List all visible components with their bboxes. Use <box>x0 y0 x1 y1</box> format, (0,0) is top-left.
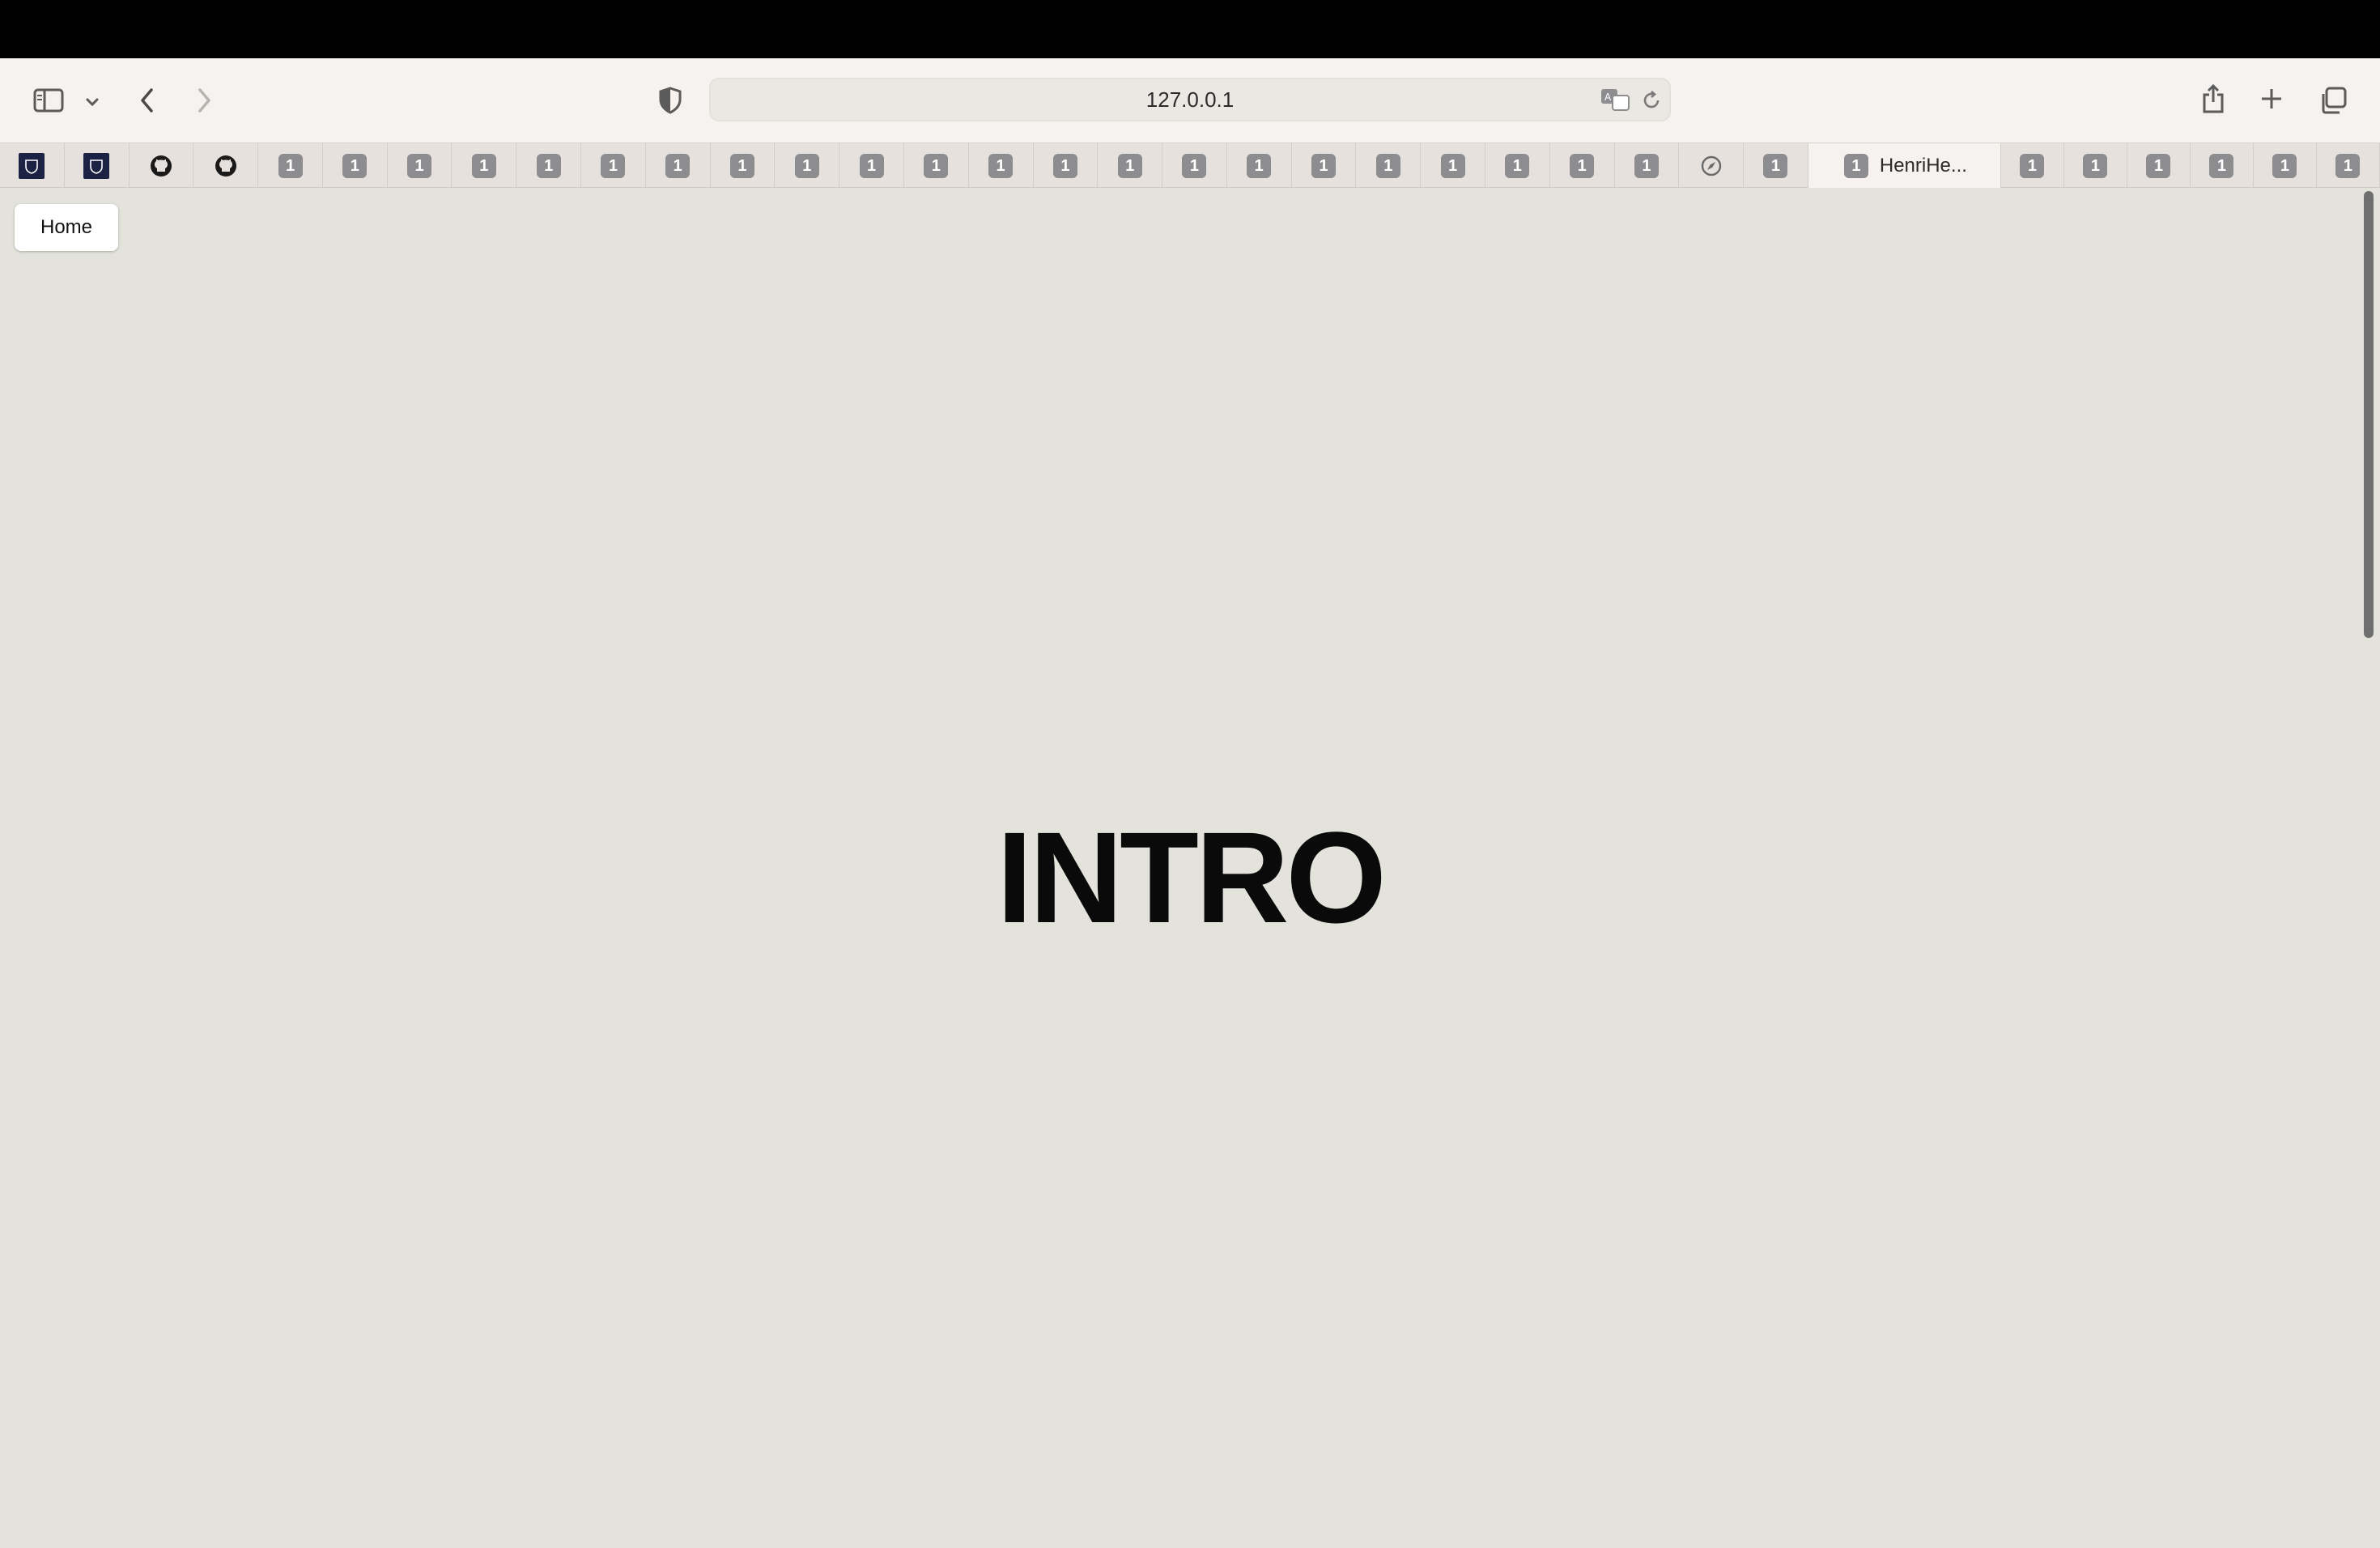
browser-tab[interactable]: 1 <box>452 143 517 189</box>
github-icon <box>150 155 172 176</box>
tab-favicon-badge: 1 <box>729 154 754 178</box>
github-icon <box>215 155 236 176</box>
svg-text:A: A <box>1604 91 1612 103</box>
tab-favicon-badge: 1 <box>342 154 368 178</box>
university-crest-icon <box>83 153 110 179</box>
tab-favicon-badge: 1 <box>665 154 691 178</box>
sidebar-icon <box>33 88 64 113</box>
university-crest-icon <box>19 153 45 179</box>
tab-favicon-badge: 1 <box>2146 154 2171 178</box>
page-content: Home INTRO <box>0 188 2380 1548</box>
browser-tab[interactable]: 1 <box>2191 143 2254 189</box>
url-text[interactable]: 127.0.0.1 <box>711 79 1669 120</box>
tab-favicon-badge: 1 <box>1440 154 1465 178</box>
tab-favicon-badge: 1 <box>1247 154 1272 178</box>
sidebar-menu-button[interactable] <box>81 91 104 113</box>
tab-favicon-badge: 1 <box>2272 154 2297 178</box>
translate-icon[interactable]: A <box>1600 87 1630 112</box>
intro-heading: INTRO <box>997 805 1387 950</box>
browser-tab[interactable]: 1 <box>1356 143 1422 189</box>
tab-favicon-badge: 1 <box>794 154 819 178</box>
tab-overview-icon <box>2322 87 2347 114</box>
browser-tab[interactable]: 1 <box>711 143 776 189</box>
browser-tab[interactable]: 1 <box>2001 143 2064 189</box>
browser-tab[interactable]: 1 <box>904 143 969 189</box>
shield-icon <box>659 87 682 114</box>
tab-favicon-badge: 1 <box>1117 154 1142 178</box>
browser-tab[interactable]: 1 <box>646 143 711 189</box>
tab-favicon-badge: 1 <box>1843 154 1868 178</box>
compass-icon <box>1701 155 1721 176</box>
browser-tab[interactable]: 1 <box>581 143 646 189</box>
chevron-left-icon <box>141 88 153 113</box>
tab-favicon-badge: 1 <box>1634 154 1659 178</box>
tab-favicon-badge: 1 <box>1182 154 1207 178</box>
browser-tab[interactable]: 1 <box>1098 143 1163 189</box>
chevron-right-icon <box>198 88 210 113</box>
tab-favicon-badge: 1 <box>859 154 884 178</box>
browser-tab[interactable]: 1 <box>1615 143 1680 189</box>
tab-bar: 1 1 1 1 1 1 1 1 1 1 1 1 1 1 1 1 1 1 1 1 1 1 1 1 HenriHe... 1 1 1 1 1 1 <box>0 142 2380 189</box>
browser-tab[interactable]: 1 <box>1744 143 1808 189</box>
browser-tab[interactable] <box>193 143 259 189</box>
browser-tab[interactable]: 1 <box>1421 143 1485 189</box>
plus-icon <box>2262 89 2281 108</box>
tab-favicon-badge: 1 <box>1763 154 1788 178</box>
browser-tab[interactable]: 1 <box>1550 143 1615 189</box>
tab-favicon-badge: 1 <box>1052 154 1077 178</box>
browser-tab[interactable]: 1 <box>2254 143 2317 189</box>
browser-tab[interactable] <box>0 143 65 189</box>
tab-favicon-badge: 1 <box>1311 154 1337 178</box>
chevron-down-icon <box>86 98 99 107</box>
share-button[interactable] <box>2195 79 2231 118</box>
privacy-report-button[interactable] <box>654 84 686 117</box>
tab-favicon-badge: 1 <box>1375 154 1400 178</box>
tab-favicon-badge: 1 <box>278 154 303 178</box>
browser-tab[interactable]: 1 <box>258 143 323 189</box>
browser-tab[interactable]: 1 <box>969 143 1034 189</box>
browser-tab[interactable]: 1 <box>1292 143 1357 189</box>
tab-favicon-badge: 1 <box>924 154 949 178</box>
browser-tab[interactable]: 1 <box>2064 143 2127 189</box>
tab-overview-button[interactable] <box>2315 83 2351 118</box>
active-tab-title: HenriHe... <box>1879 155 1967 176</box>
browser-tab[interactable]: 1 <box>1485 143 1550 189</box>
browser-tab[interactable] <box>65 143 130 189</box>
browser-tab[interactable] <box>1679 143 1745 189</box>
tab-favicon-badge: 1 <box>2083 154 2108 178</box>
browser-tab[interactable] <box>130 143 194 189</box>
browser-tab[interactable]: 1 <box>323 143 388 189</box>
back-button[interactable] <box>131 84 164 117</box>
tab-favicon-badge: 1 <box>407 154 432 178</box>
forward-button[interactable] <box>188 84 220 117</box>
sidebar-toggle-button[interactable] <box>29 81 68 120</box>
browser-tab[interactable]: 1 <box>775 143 840 189</box>
browser-tab[interactable]: 1 <box>1034 143 1099 189</box>
tab-favicon-badge: 1 <box>2335 154 2361 178</box>
browser-tab[interactable]: 1 <box>388 143 453 189</box>
tab-favicon-badge: 1 <box>601 154 626 178</box>
system-menu-bar <box>0 0 2380 58</box>
tab-favicon-badge: 1 <box>1505 154 1530 178</box>
tab-favicon-badge: 1 <box>988 154 1014 178</box>
new-tab-button[interactable] <box>2255 83 2288 115</box>
browser-tab[interactable]: 1 <box>1162 143 1227 189</box>
browser-tab[interactable]: 1 <box>2317 143 2380 189</box>
share-icon <box>2203 83 2224 113</box>
tab-favicon-badge: 1 <box>1570 154 1595 178</box>
tab-favicon-badge: 1 <box>471 154 496 178</box>
address-bar[interactable]: 127.0.0.1 A <box>709 78 1671 121</box>
tab-favicon-badge: 1 <box>536 154 561 178</box>
reload-icon[interactable] <box>1640 89 1663 112</box>
home-button[interactable]: Home <box>15 204 118 251</box>
browser-tab[interactable]: 1 <box>839 143 904 189</box>
browser-tab[interactable]: 1 <box>2127 143 2191 189</box>
active-tab[interactable]: 1 HenriHe... <box>1808 143 2001 189</box>
scrollbar-thumb[interactable] <box>2364 191 2374 638</box>
tab-favicon-badge: 1 <box>2020 154 2045 178</box>
browser-tab[interactable]: 1 <box>1227 143 1292 189</box>
tab-favicon-badge: 1 <box>2209 154 2234 178</box>
browser-tab[interactable]: 1 <box>516 143 582 189</box>
